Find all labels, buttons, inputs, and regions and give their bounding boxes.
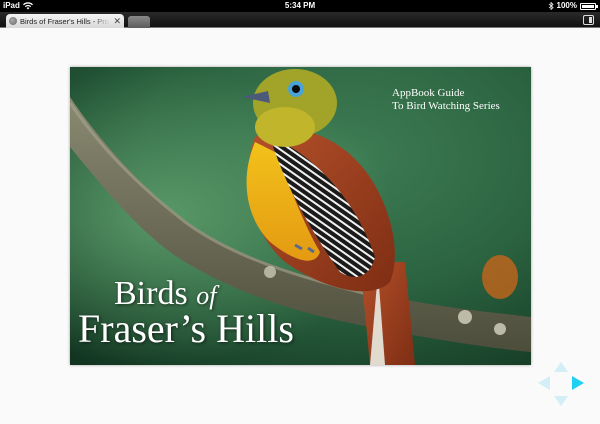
arrow-down-icon[interactable] (554, 396, 568, 406)
tab-birds-of-frasers-hills[interactable]: Birds of Fraser's Hills - Pro ✕ (6, 14, 124, 28)
cover-title-line-2: Fraser’s Hills (78, 306, 294, 351)
close-tab-icon[interactable]: ✕ (113, 16, 121, 26)
status-bar: iPad 5:34 PM 100% (0, 0, 600, 12)
page-navigation (536, 359, 586, 409)
arrow-right-icon[interactable] (572, 376, 584, 390)
bluetooth-icon (548, 2, 554, 10)
browser-tab-bar: Birds of Fraser's Hills - Pro ✕ (0, 12, 600, 28)
book-cover: AppBook Guide To Bird Watching Series Bi… (70, 67, 531, 365)
series-line-2: To Bird Watching Series (392, 100, 500, 112)
status-right: 100% (548, 0, 598, 12)
status-time: 5:34 PM (284, 1, 316, 10)
battery-percent: 100% (556, 1, 577, 10)
battery-icon (580, 2, 598, 10)
arrow-up-icon[interactable] (554, 362, 568, 372)
tab-title: Birds of Fraser's Hills - Pro (20, 16, 109, 26)
series-line-1: AppBook Guide (392, 87, 465, 99)
new-tab-button[interactable] (128, 16, 150, 28)
page-content: AppBook Guide To Bird Watching Series Bi… (0, 29, 600, 424)
globe-icon (9, 17, 17, 25)
series-subtitle: AppBook Guide To Bird Watching Series (392, 87, 500, 113)
arrow-left-icon[interactable] (538, 376, 550, 390)
show-tabs-icon[interactable] (583, 15, 594, 25)
